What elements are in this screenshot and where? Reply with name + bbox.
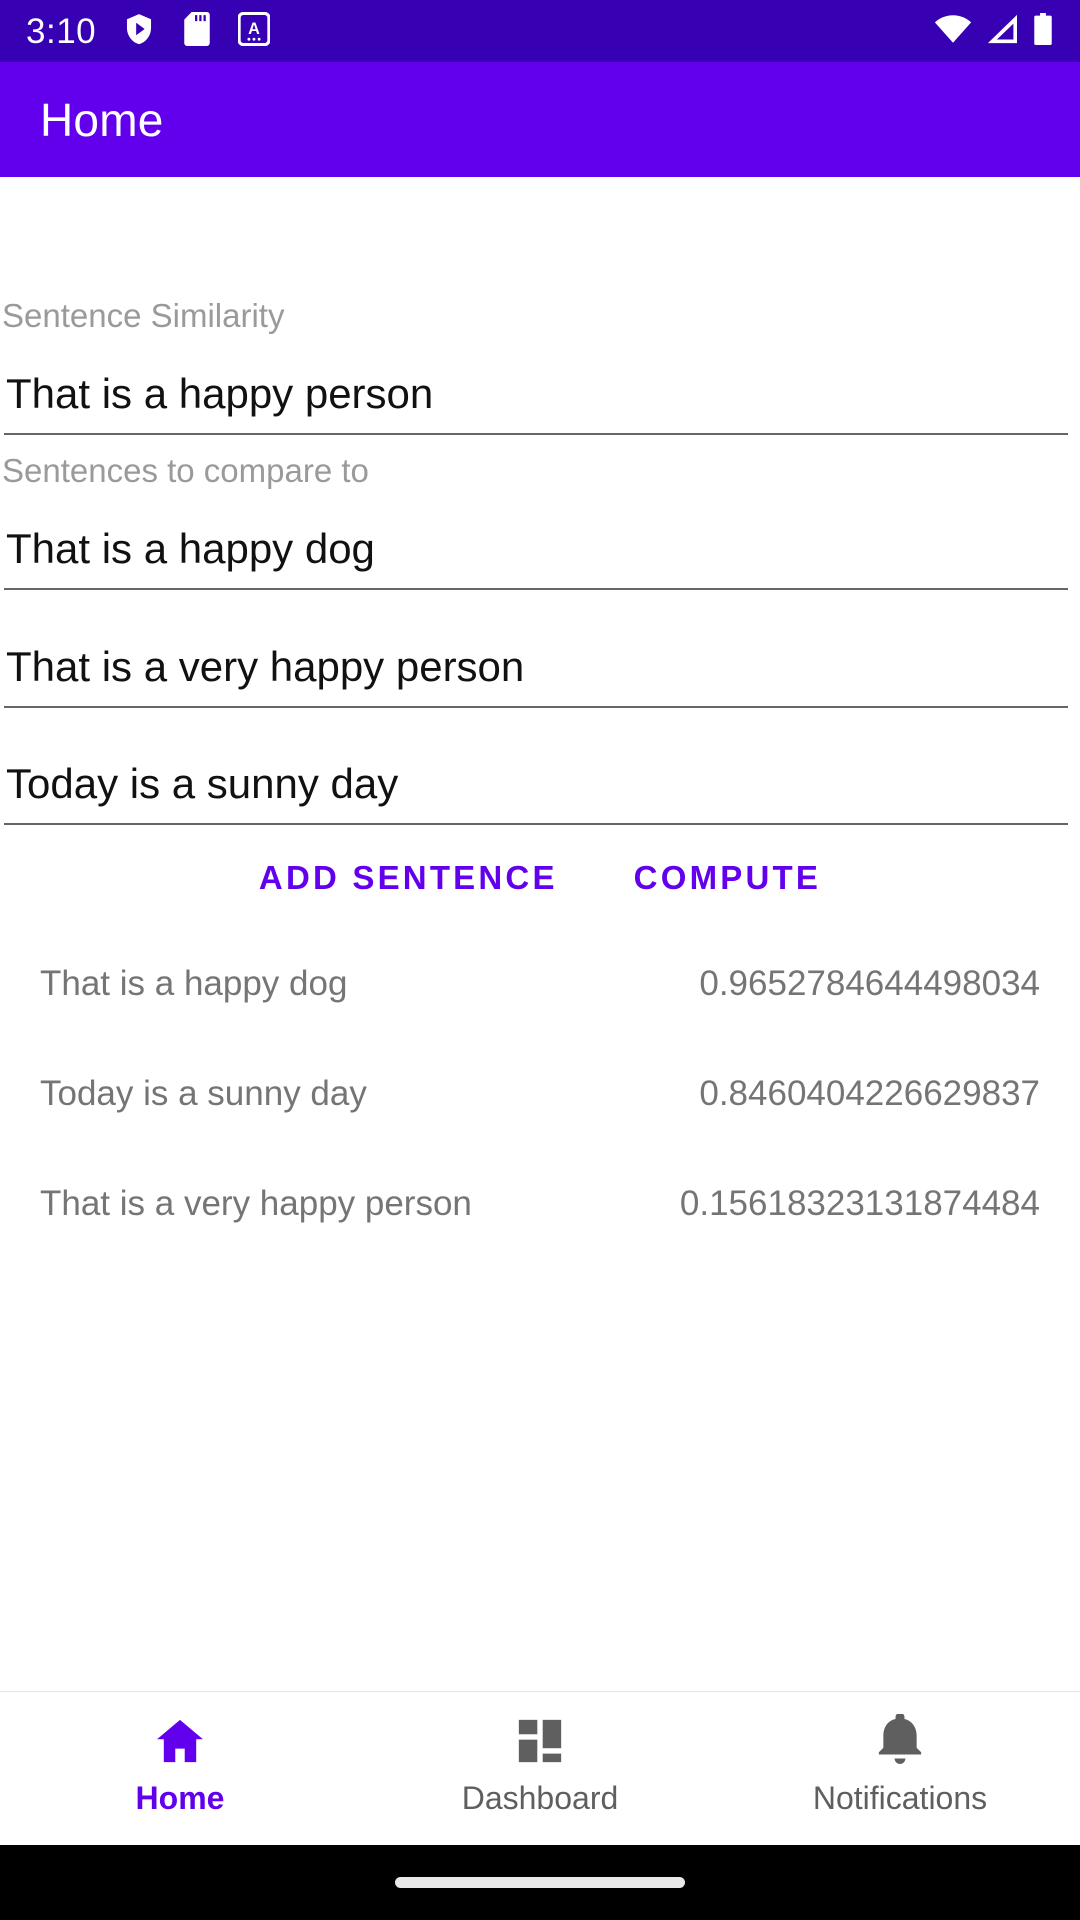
compare-sentence-value-1: That is a very happy person <box>6 643 525 690</box>
bell-icon <box>873 1712 927 1768</box>
compare-sentence-value-2: Today is a sunny day <box>6 760 399 807</box>
phone-screen: 3:10 A Home Sentence Similarity That is … <box>0 0 1080 1920</box>
app-bar: Home <box>0 62 1080 177</box>
compare-sentence-value-0: That is a happy dog <box>6 525 375 572</box>
compute-button[interactable]: COMPUTE <box>610 843 845 913</box>
home-gesture-pill[interactable] <box>395 1877 685 1888</box>
action-button-row: ADD SENTENCE COMPUTE <box>0 843 1080 913</box>
android-auto-icon: A <box>237 11 271 51</box>
result-sentence: That is a very happy person <box>40 1184 472 1223</box>
cellular-signal-icon <box>985 14 1019 49</box>
table-row: That is a very happy person 0.1561832313… <box>0 1149 1080 1259</box>
similarity-results-list: That is a happy dog 0.9652784644498034 T… <box>0 929 1080 1259</box>
sentence-similarity-label: Sentence Similarity <box>2 297 285 334</box>
nav-item-notifications[interactable]: Notifications <box>720 1712 1080 1817</box>
table-row: Today is a sunny day 0.8460404226629837 <box>0 1039 1080 1149</box>
sentence-similarity-input[interactable]: That is a happy person <box>4 369 1068 435</box>
home-icon <box>153 1714 207 1768</box>
add-sentence-button[interactable]: ADD SENTENCE <box>235 843 582 913</box>
result-score: 0.8460404226629837 <box>699 1074 1040 1113</box>
play-protect-shield-icon <box>122 12 156 51</box>
status-bar-right <box>934 12 1054 50</box>
svg-text:A: A <box>248 19 260 37</box>
result-score: 0.9652784644498034 <box>699 964 1040 1003</box>
compare-sentence-input-2[interactable]: Today is a sunny day <box>4 759 1068 825</box>
nav-item-home[interactable]: Home <box>0 1714 360 1817</box>
nav-label-notifications: Notifications <box>812 1780 988 1816</box>
sentences-to-compare-label: Sentences to compare to <box>2 452 369 489</box>
status-clock: 3:10 <box>26 11 97 51</box>
table-row: That is a happy dog 0.9652784644498034 <box>0 929 1080 1039</box>
result-score: 0.15618323131874484 <box>679 1184 1040 1223</box>
system-gesture-bar <box>0 1845 1080 1920</box>
compare-sentence-input-1[interactable]: That is a very happy person <box>4 642 1068 708</box>
sd-card-icon <box>182 11 212 51</box>
battery-icon <box>1032 12 1054 50</box>
result-sentence: Today is a sunny day <box>40 1074 367 1113</box>
status-bar-left: 3:10 A <box>26 11 271 51</box>
bottom-navigation-bar: Home Dashboard Notifications <box>0 1691 1080 1845</box>
nav-item-dashboard[interactable]: Dashboard <box>360 1714 720 1817</box>
sentence-similarity-input-value: That is a happy person <box>6 370 434 417</box>
page-title: Home <box>40 93 164 146</box>
dashboard-icon <box>513 1714 567 1768</box>
wifi-icon <box>934 14 972 49</box>
nav-label-home: Home <box>135 1780 225 1816</box>
nav-label-dashboard: Dashboard <box>461 1780 619 1816</box>
status-bar: 3:10 A <box>0 0 1080 62</box>
result-sentence: That is a happy dog <box>40 964 348 1003</box>
compare-sentence-input-0[interactable]: That is a happy dog <box>4 524 1068 590</box>
main-content: Sentence Similarity That is a happy pers… <box>0 177 1080 1691</box>
